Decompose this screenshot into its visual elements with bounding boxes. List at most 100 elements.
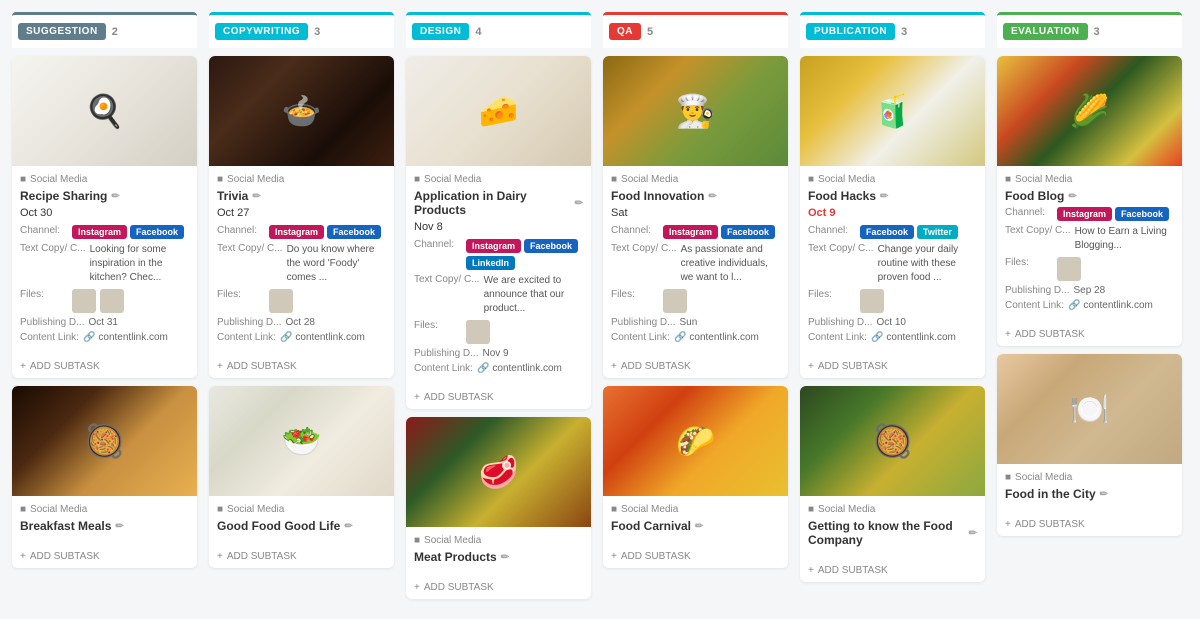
card[interactable]: 👨‍🍳■ Social MediaFood Innovation ✏SatCha…	[603, 56, 788, 378]
tag-facebook: Facebook	[721, 225, 775, 239]
col-count-design: 4	[475, 26, 481, 38]
content-link[interactable]: 🔗contentlink.com	[83, 332, 168, 343]
channel-tags: InstagramFacebook	[663, 225, 775, 239]
add-subtask-button[interactable]: + ADD SUBTASK	[406, 386, 591, 409]
text-copy-row: Text Copy/ C...Change your daily routine…	[808, 243, 977, 285]
card[interactable]: 🥘■ Social MediaGetting to know the Food …	[800, 386, 985, 582]
add-subtask-button[interactable]: + ADD SUBTASK	[603, 545, 788, 568]
edit-icon[interactable]: ✏	[111, 191, 119, 202]
card-category: ■ Social Media	[414, 535, 583, 546]
add-icon: +	[611, 361, 617, 372]
add-icon: +	[217, 551, 223, 562]
card[interactable]: 🧃■ Social MediaFood Hacks ✏Oct 9Channel:…	[800, 56, 985, 378]
text-copy-label: Text Copy/ C...	[808, 243, 874, 254]
col-badge-publication: PUBLICATION	[806, 23, 895, 40]
edit-icon[interactable]: ✏	[501, 552, 509, 563]
content-link[interactable]: 🔗contentlink.com	[1068, 300, 1153, 311]
add-subtask-button[interactable]: + ADD SUBTASK	[12, 355, 197, 378]
add-icon: +	[20, 361, 26, 372]
card-category: ■ Social Media	[217, 174, 386, 185]
card-date: Oct 27	[217, 207, 386, 219]
content-link-row: Content Link:🔗contentlink.com	[217, 332, 386, 343]
card-image: 🌮	[603, 386, 788, 496]
content-link[interactable]: 🔗contentlink.com	[280, 332, 365, 343]
card[interactable]: 🍳■ Social MediaRecipe Sharing ✏Oct 30Cha…	[12, 56, 197, 378]
card-title: Trivia ✏	[217, 189, 386, 203]
add-icon: +	[808, 565, 814, 576]
col-badge-qa: QA	[609, 23, 641, 40]
card-title: Breakfast Meals ✏	[20, 519, 189, 533]
title-text: Food in the City	[1005, 487, 1096, 501]
file-thumb	[269, 289, 293, 313]
card-category: ■ Social Media	[1005, 174, 1174, 185]
add-subtask-button[interactable]: + ADD SUBTASK	[997, 513, 1182, 536]
edit-icon[interactable]: ✏	[252, 191, 260, 202]
channel-label: Channel:	[20, 225, 68, 236]
card[interactable]: 🥩■ Social MediaMeat Products ✏+ ADD SUBT…	[406, 417, 591, 599]
publishing-date-row: Publishing D...Oct 28	[217, 317, 386, 328]
column-header-publication: PUBLICATION3	[800, 12, 985, 48]
publishing-label: Publishing D...	[414, 348, 478, 359]
add-subtask-button[interactable]: + ADD SUBTASK	[12, 545, 197, 568]
edit-icon[interactable]: ✏	[575, 198, 583, 209]
channel-row: Channel:InstagramFacebook	[611, 225, 780, 239]
card-image: 🍲	[209, 56, 394, 166]
card[interactable]: 🧀■ Social MediaApplication in Dairy Prod…	[406, 56, 591, 409]
text-preview: Do you know where the word 'Foody' comes…	[287, 243, 386, 285]
add-subtask-button[interactable]: + ADD SUBTASK	[209, 355, 394, 378]
card[interactable]: 🌽■ Social MediaFood Blog ✏Channel:Instag…	[997, 56, 1182, 346]
tag-instagram: Instagram	[466, 239, 521, 253]
link-icon: 🔗	[477, 363, 489, 374]
category-label: Social Media	[227, 504, 284, 515]
card-category: ■ Social Media	[1005, 472, 1174, 483]
add-icon: +	[1005, 329, 1011, 340]
tag-facebook: Facebook	[327, 225, 381, 239]
col-count-evaluation: 3	[1094, 26, 1100, 38]
card[interactable]: 🍽️■ Social MediaFood in the City ✏+ ADD …	[997, 354, 1182, 536]
category-label: Social Media	[621, 174, 678, 185]
edit-icon[interactable]: ✏	[695, 521, 703, 532]
content-link[interactable]: 🔗contentlink.com	[871, 332, 956, 343]
files-content	[1057, 257, 1081, 281]
card[interactable]: 🥗■ Social MediaGood Food Good Life ✏+ AD…	[209, 386, 394, 568]
card-date: Nov 8	[414, 221, 583, 233]
edit-icon[interactable]: ✏	[115, 521, 123, 532]
channel-row: Channel:InstagramFacebookLinkedIn	[414, 239, 583, 270]
add-subtask-button[interactable]: + ADD SUBTASK	[800, 355, 985, 378]
edit-icon[interactable]: ✏	[969, 528, 977, 539]
text-copy-row: Text Copy/ C...Do you know where the wor…	[217, 243, 386, 285]
content-link-label: Content Link:	[414, 363, 473, 374]
column-copywriting: COPYWRITING3🍲■ Social MediaTrivia ✏Oct 2…	[209, 12, 394, 607]
add-subtask-button[interactable]: + ADD SUBTASK	[997, 323, 1182, 346]
title-text: Trivia	[217, 189, 248, 203]
card[interactable]: 🍲■ Social MediaTrivia ✏Oct 27Channel:Ins…	[209, 56, 394, 378]
add-subtask-button[interactable]: + ADD SUBTASK	[800, 559, 985, 582]
files-row: Files:	[20, 289, 189, 313]
edit-icon[interactable]: ✏	[1100, 489, 1108, 500]
tag-facebook: Facebook	[524, 239, 578, 253]
add-subtask-button[interactable]: + ADD SUBTASK	[603, 355, 788, 378]
col-count-suggestion: 2	[112, 26, 118, 38]
title-text: Recipe Sharing	[20, 189, 107, 203]
card-image: 🥘	[12, 386, 197, 496]
title-text: Meat Products	[414, 550, 497, 564]
column-suggestion: SUGGESTION2🍳■ Social MediaRecipe Sharing…	[12, 12, 197, 607]
edit-icon[interactable]: ✏	[1068, 191, 1076, 202]
edit-icon[interactable]: ✏	[880, 191, 888, 202]
content-link[interactable]: 🔗contentlink.com	[477, 363, 562, 374]
content-link[interactable]: 🔗contentlink.com	[674, 332, 759, 343]
category-label: Social Media	[818, 504, 875, 515]
category-label: Social Media	[227, 174, 284, 185]
files-content	[663, 289, 687, 313]
edit-icon[interactable]: ✏	[708, 191, 716, 202]
card[interactable]: 🌮■ Social MediaFood Carnival ✏+ ADD SUBT…	[603, 386, 788, 568]
card[interactable]: 🥘 ■ Social Media Breakfast Meals ✏ + ADD SU…	[12, 386, 197, 568]
column-evaluation: EVALUATION3🌽■ Social MediaFood Blog ✏Cha…	[997, 12, 1182, 607]
title-text: Food Hacks	[808, 189, 876, 203]
add-subtask-button[interactable]: + ADD SUBTASK	[209, 545, 394, 568]
card-image: 🌽	[997, 56, 1182, 166]
edit-icon[interactable]: ✏	[344, 521, 352, 532]
files-content	[72, 289, 124, 313]
add-subtask-button[interactable]: + ADD SUBTASK	[406, 576, 591, 599]
card-category: ■ Social Media	[20, 504, 189, 515]
